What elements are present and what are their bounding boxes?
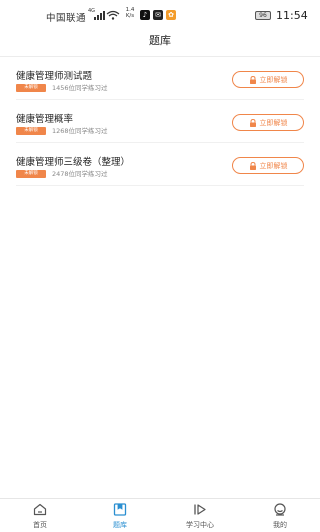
unlock-button[interactable]: 立即解锁	[232, 71, 304, 88]
wifi-icon	[106, 10, 120, 20]
lock-icon	[249, 161, 256, 170]
home-icon	[33, 503, 47, 516]
page-title: 题库	[149, 34, 171, 47]
unlock-button[interactable]: 立即解锁	[232, 114, 304, 131]
status-bar: 中国联通 4G 1.4 K/s ♪ ✉ ✿ 96 11:54	[0, 0, 320, 30]
tab-profile[interactable]: 我的	[240, 499, 320, 532]
list-item[interactable]: 健康管理师三级卷（整理） 未解锁 2478位同学练习过 立即解锁	[16, 143, 304, 186]
learner-count: 1456位同学练习过	[52, 84, 108, 92]
speed-unit: K/s	[125, 13, 135, 19]
tab-label: 首页	[33, 521, 47, 529]
carrier-name: 中国联通	[46, 13, 87, 24]
play-icon	[194, 504, 206, 515]
app-notification-icon: ✿	[166, 10, 176, 20]
tab-label: 学习中心	[186, 521, 214, 529]
list-item[interactable]: 健康管理师测试题 未解锁 1456位同学练习过 立即解锁	[16, 57, 304, 100]
locked-badge: 未解锁	[16, 84, 46, 92]
unlock-label: 立即解锁	[259, 118, 288, 127]
tab-label: 题库	[113, 521, 127, 529]
unlock-label: 立即解锁	[259, 161, 288, 170]
lock-icon	[249, 118, 256, 127]
lock-icon	[249, 75, 256, 84]
bottom-tab-bar: 首页 题库 学习中心 我的	[0, 498, 320, 532]
clock: 11:54	[276, 9, 308, 22]
tab-learning-center[interactable]: 学习中心	[160, 499, 240, 532]
network-speed: 1.4 K/s	[124, 7, 136, 19]
signal-icon	[94, 11, 105, 20]
question-bank-list: 健康管理师测试题 未解锁 1456位同学练习过 立即解锁 健康管理概率 未解锁 …	[0, 57, 320, 186]
bank-title: 健康管理师测试题	[16, 71, 93, 82]
battery-icon: 96	[255, 11, 271, 20]
profile-icon	[274, 503, 286, 516]
unlock-button[interactable]: 立即解锁	[232, 157, 304, 174]
bank-title: 健康管理师三级卷（整理）	[16, 157, 131, 168]
tab-label: 我的	[273, 521, 287, 529]
tiktok-icon: ♪	[140, 10, 150, 20]
list-item[interactable]: 健康管理概率 未解锁 1268位同学练习过 立即解锁	[16, 100, 304, 143]
locked-badge: 未解锁	[16, 170, 46, 178]
tab-home[interactable]: 首页	[0, 499, 80, 532]
tab-question-bank[interactable]: 题库	[80, 499, 160, 532]
learner-count: 1268位同学练习过	[52, 127, 108, 135]
bank-title: 健康管理概率	[16, 114, 74, 125]
question-bank-icon	[113, 503, 127, 516]
message-app-icon: ✉	[153, 10, 163, 20]
unlock-label: 立即解锁	[259, 75, 288, 84]
learner-count: 2478位同学练习过	[52, 170, 108, 178]
locked-badge: 未解锁	[16, 127, 46, 135]
